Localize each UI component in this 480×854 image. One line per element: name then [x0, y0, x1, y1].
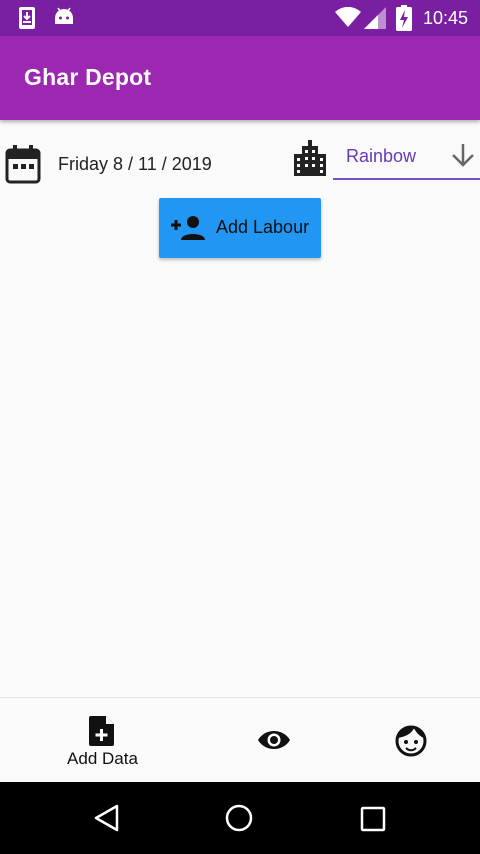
page-title: Ghar Depot [24, 64, 152, 90]
add-labour-label: Add Labour [216, 217, 310, 237]
face-icon [395, 725, 427, 762]
arrow-down-icon [450, 142, 476, 173]
nav-item-add-data[interactable]: Add Data [50, 698, 155, 783]
download-notification-icon [17, 6, 37, 35]
system-navigation-bar [0, 782, 480, 854]
android-icon [53, 6, 75, 33]
recents-icon[interactable] [360, 806, 386, 837]
calendar-icon[interactable] [5, 144, 41, 189]
eye-icon [257, 728, 291, 757]
status-time: 10:45 [422, 8, 468, 28]
nav-item-profile[interactable] [380, 698, 444, 783]
battery-charging-icon [396, 5, 412, 36]
date-text[interactable]: Friday 8 / 11 / 2019 [58, 154, 212, 175]
back-icon[interactable] [94, 804, 120, 837]
status-bar: 10:45 [0, 0, 480, 36]
person-add-icon [171, 215, 207, 246]
site-dropdown[interactable]: Rainbow [333, 138, 480, 180]
building-icon [292, 140, 328, 181]
note-add-icon [89, 716, 115, 751]
home-icon[interactable] [225, 804, 253, 837]
wifi-icon [335, 6, 361, 32]
nav-item-label: Add Data [67, 749, 138, 768]
bottom-nav: Add Data [0, 697, 480, 782]
signal-icon [364, 7, 386, 34]
site-dropdown-value: Rainbow [346, 146, 417, 166]
nav-item-view[interactable] [240, 698, 306, 783]
app-bar: Ghar Depot [0, 36, 480, 120]
add-labour-button[interactable]: Add Labour [159, 198, 321, 258]
